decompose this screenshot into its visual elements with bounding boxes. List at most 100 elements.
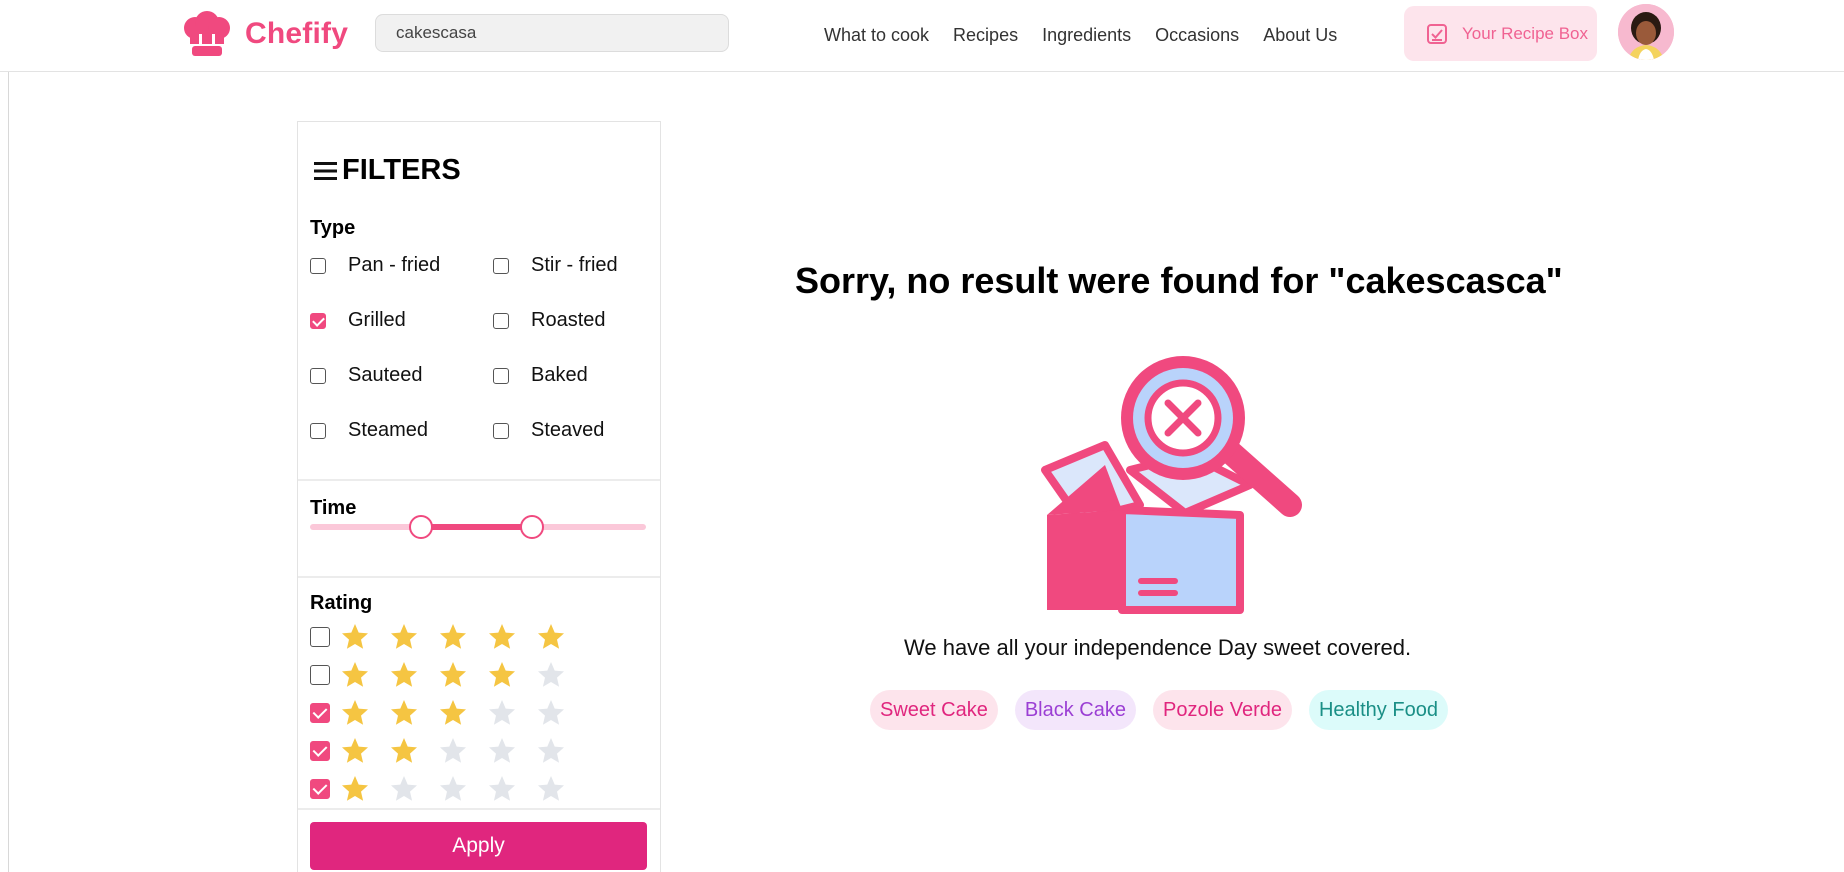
rating-stars [340,622,585,652]
rating-checkbox[interactable] [310,779,330,799]
star-empty-icon [538,738,564,763]
nav-recipes[interactable]: Recipes [953,25,1018,46]
rating-option-5[interactable] [310,622,585,652]
type-checkbox[interactable] [493,367,509,384]
star-empty-icon [440,776,466,801]
star-filled-icon [440,700,466,725]
type-checkbox[interactable] [310,367,326,384]
star-filled-icon [391,624,417,649]
filters-panel: FILTERS Type Pan - fried Stir - fried Gril… [297,121,661,872]
type-label: Type [310,217,356,239]
star-empty-icon [489,776,515,801]
time-range-slider[interactable] [310,515,646,539]
type-option[interactable]: Baked [493,364,588,387]
star-empty-icon [489,700,515,725]
nav-ingredients[interactable]: Ingredients [1042,25,1131,46]
star-filled-icon [342,700,368,725]
filters-header: FILTERS [314,154,461,187]
star-filled-icon [489,662,515,687]
type-checkbox[interactable] [493,422,509,439]
star-filled-icon [342,624,368,649]
rating-checkbox[interactable] [310,627,330,647]
no-results-title: Sorry, no result were found for "cakesca… [795,260,1563,301]
type-checkbox[interactable] [310,422,326,439]
star-empty-icon [538,700,564,725]
star-empty-icon [440,738,466,763]
type-option-label: Pan - fried [348,254,441,276]
no-results-subtext: We have all your independence Day sweet … [904,635,1412,660]
time-min-handle[interactable] [408,515,433,539]
star-filled-icon [391,662,417,687]
apply-button[interactable]: Apply [310,822,647,870]
type-option-label: Baked [531,364,588,386]
recipe-box-label: Your Recipe Box [1462,23,1589,43]
star-filled-icon [440,624,466,649]
type-option[interactable]: Steamed [310,419,428,442]
star-filled-icon [342,662,368,687]
chef-hat-icon [184,11,230,56]
time-label: Time [310,497,357,519]
type-option[interactable]: Pan - fried [310,254,440,277]
suggestion-tag[interactable]: Black Cake [1014,690,1136,730]
star-empty-icon [489,738,515,763]
star-filled-icon [538,624,564,649]
type-option-label: Roasted [531,309,606,331]
recipe-box-button[interactable]: Your Recipe Box [1404,6,1597,61]
type-option-label: Stir - fried [531,254,618,276]
nav-occasions[interactable]: Occasions [1155,25,1239,46]
star-filled-icon [391,700,417,725]
rating-checkbox[interactable] [310,741,330,761]
star-filled-icon [440,662,466,687]
star-filled-icon [342,776,368,801]
rating-checkbox[interactable] [310,665,330,685]
type-option-label: Sauteed [348,364,423,386]
suggestion-tag[interactable]: Pozole Verde [1153,690,1292,730]
type-option[interactable]: Sauteed [310,364,423,387]
star-empty-icon [538,662,564,687]
divider [298,576,660,578]
rating-option-1[interactable] [310,774,585,804]
main-nav: What to cook Recipes Ingredients Occasio… [824,25,1361,46]
rating-stars [340,774,585,804]
page-frame [8,0,1844,872]
recipe-box-icon [1427,23,1447,44]
type-option[interactable]: Stir - fried [493,254,618,277]
star-empty-icon [538,776,564,801]
rating-option-3[interactable] [310,698,585,728]
time-range-fill [420,524,532,530]
brand-logo[interactable]: Chefify [181,10,348,58]
suggestion-tag[interactable]: Sweet Cake [870,690,998,730]
type-checkbox[interactable] [493,257,509,274]
time-max-handle[interactable] [519,515,544,539]
divider [298,808,660,810]
search-input[interactable] [375,14,729,52]
filters-title: FILTERS [342,154,461,186]
brand-name: Chefify [245,17,349,50]
nav-what-to-cook[interactable]: What to cook [824,25,929,46]
type-option[interactable]: Roasted [493,309,606,332]
rating-label: Rating [310,592,373,614]
avatar-image [1618,4,1674,60]
type-option[interactable]: Steaved [493,419,604,442]
type-option-label: Steamed [348,419,429,441]
rating-stars [340,698,585,728]
rating-stars [340,736,585,766]
type-option-label: Steaved [531,419,605,441]
star-filled-icon [489,624,515,649]
type-checkbox[interactable] [493,312,509,329]
rating-option-4[interactable] [310,660,585,690]
rating-checkbox[interactable] [310,703,330,723]
rating-stars [340,660,585,690]
nav-about-us[interactable]: About Us [1263,25,1337,46]
user-avatar[interactable] [1618,4,1674,60]
suggestion-tags: Sweet Cake Black Cake Pozole Verde Healthy … [870,690,1465,730]
top-header: Chefify What to cook Recipes Ingredients… [0,0,1844,72]
star-empty-icon [391,776,417,801]
type-option[interactable]: Grilled [310,309,406,332]
suggestion-tag[interactable]: Healthy Food [1308,690,1448,730]
rating-option-2[interactable] [310,736,585,766]
empty-box-search-illustration [1041,356,1302,614]
type-checkbox[interactable] [310,312,326,329]
type-checkbox[interactable] [310,257,326,274]
star-filled-icon [391,738,417,763]
